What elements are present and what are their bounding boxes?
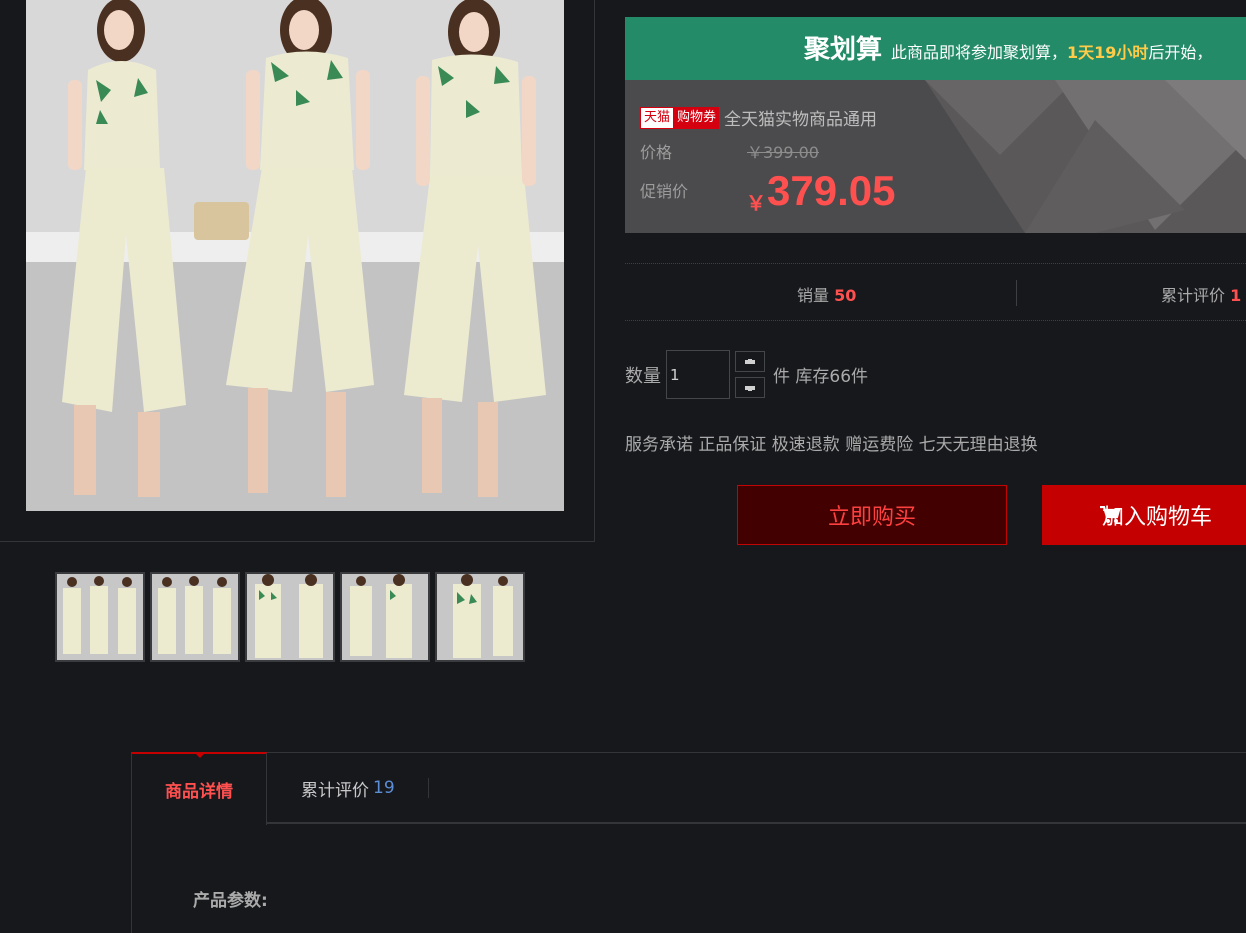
arrow-up-icon	[745, 358, 755, 364]
thumbnail-2[interactable]	[150, 572, 240, 662]
tab-product-detail-label: 商品详情	[165, 782, 233, 802]
stock-info: 件 库存66件	[773, 362, 868, 387]
juhuasuan-note-suffix: 后开始，	[1148, 43, 1213, 62]
tmall-tag: 天猫	[640, 106, 675, 129]
quantity-increase-button[interactable]	[735, 351, 765, 372]
coupon-row: 天猫 购物券 全天猫实物商品通用	[640, 105, 877, 130]
juhuasuan-note-prefix: 此商品即将参加聚划算，	[891, 43, 1068, 62]
tab-product-detail[interactable]: 商品详情	[131, 752, 267, 825]
tab-reviews-label: 累计评价	[301, 780, 369, 801]
promo-currency: ￥	[746, 191, 766, 215]
price-box-decoration	[625, 80, 1246, 233]
active-tab-caret	[194, 752, 206, 758]
main-image-frame	[0, 0, 595, 542]
main-product-image	[26, 0, 564, 511]
arrow-down-icon	[745, 385, 755, 391]
promo-price: 379.05	[767, 167, 896, 214]
thumbnail-3[interactable]	[245, 572, 335, 662]
juhuasuan-banner: 聚划算 此商品即将参加聚划算，1天19小时后开始，	[625, 17, 1246, 80]
thumbnail-1[interactable]	[55, 572, 145, 662]
sales-stat: 销量 50	[797, 282, 856, 306]
reviews-stat[interactable]: 累计评价 1	[1161, 282, 1241, 306]
promo-label: 促销价	[640, 182, 689, 201]
tab-divider	[428, 778, 429, 798]
quantity-decrease-button[interactable]	[735, 377, 765, 398]
thumbnail-5[interactable]	[435, 572, 525, 662]
tab-reviews-count: 19	[373, 778, 395, 798]
price-box: 天猫 购物券 全天猫实物商品通用 价格 ￥399.00 促销价 ￥ 379.05	[625, 80, 1246, 233]
quantity-unit: 件	[773, 367, 790, 387]
add-to-cart-button[interactable]: 加入购物车	[1042, 485, 1246, 545]
stats-divider	[1016, 280, 1017, 306]
thumbnail-4[interactable]	[340, 572, 430, 662]
sales-label: 销量	[797, 286, 830, 305]
coupon-text: 全天猫实物商品通用	[724, 110, 878, 130]
stock-count: 库存66件	[795, 367, 869, 387]
juhuasuan-title: 聚划算	[804, 35, 883, 65]
buy-now-button[interactable]: 立即购买	[737, 485, 1007, 545]
detail-body: 产品参数:	[131, 824, 1246, 933]
reviews-value: 1	[1230, 286, 1242, 305]
price-label: 价格	[640, 143, 673, 162]
quantity-label: 数量	[625, 366, 661, 387]
juhuasuan-note: 此商品即将参加聚划算，1天19小时后开始，	[891, 39, 1212, 63]
original-price: ￥399.00	[747, 143, 819, 162]
coupon-tag: 购物券	[674, 106, 720, 129]
juhuasuan-countdown: 1天19小时	[1067, 43, 1149, 62]
sales-value: 50	[834, 286, 857, 305]
quantity-input[interactable]	[666, 350, 730, 399]
tab-reviews[interactable]: 累计评价 19	[301, 753, 395, 823]
cart-icon	[1100, 506, 1120, 523]
reviews-label: 累计评价	[1161, 286, 1226, 305]
product-params-title: 产品参数:	[193, 891, 268, 911]
stats-row: 销量 50 累计评价 1	[625, 263, 1246, 321]
detail-tab-bar: 商品详情 累计评价 19	[131, 752, 1246, 825]
service-promise: 服务承诺 正品保证 极速退款 赠运费险 七天无理由退换	[625, 435, 1038, 455]
